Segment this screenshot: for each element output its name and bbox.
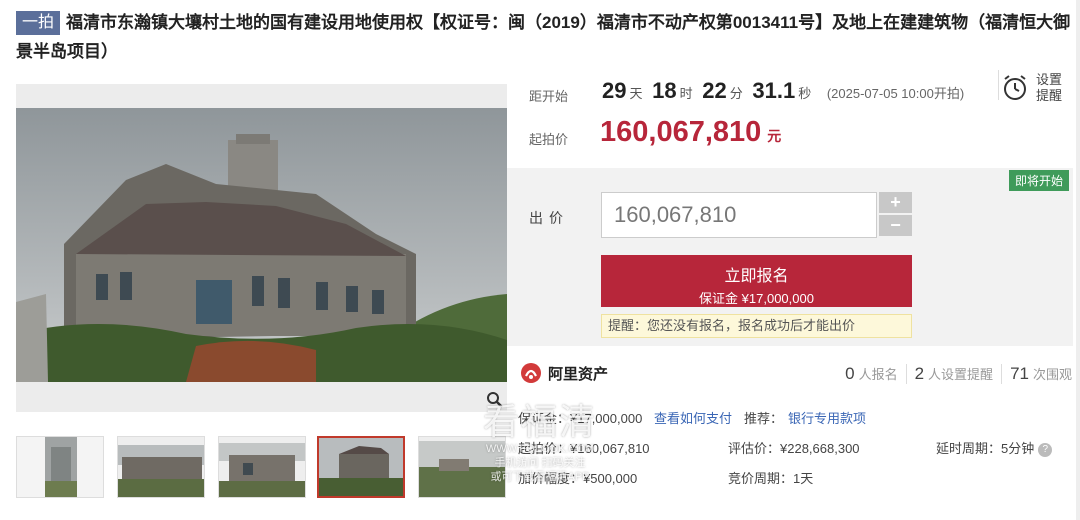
countdown-minutes: 22 (702, 78, 727, 103)
bid-label: 出价 (529, 210, 569, 226)
cycle-detail: 竞价周期：1天 (728, 471, 814, 486)
delay-text: 延时周期：5分钟 (936, 441, 1035, 456)
main-property-image[interactable] (16, 84, 507, 412)
thumbnail-4-active[interactable] (317, 436, 405, 498)
thumbnail-strip (16, 436, 516, 500)
appraisal-detail: 评估价：¥228,668,300 (728, 441, 860, 456)
auction-info: 距开始 29 天 18 时 22 分 31.1 秒 (2025-07-05 10:00开… (514, 64, 1076, 168)
recommend-label: 推荐： (744, 411, 784, 426)
signup-tip: 提醒：您还没有报名，报名成功后才能出价 (601, 314, 912, 338)
set-reminder-button[interactable]: 设置 提醒 (1002, 68, 1072, 108)
countdown-timer: 29 天 18 时 22 分 31.1 秒 (2025-07-05 10:00开拍) (602, 78, 964, 104)
signup-count-label: 人报名 (858, 367, 898, 382)
start-price: 160,067,810 元 (600, 116, 781, 149)
alarm-clock-icon (1004, 75, 1026, 100)
view-count: 71 次围观 (1001, 364, 1080, 384)
countdown-seconds: 31.1 (752, 78, 796, 103)
signup-label: 立即报名 (724, 268, 789, 285)
auction-stats: 0 人报名 2 人设置提醒 71 次围观 (837, 364, 1080, 384)
signup-button[interactable]: 立即报名 保证金 ¥17,000,000 (601, 255, 912, 307)
page-scrollbar[interactable] (1076, 0, 1080, 520)
remind-line-1: 设置 (1036, 72, 1063, 87)
thumbnail-3[interactable] (218, 436, 306, 498)
seconds-unit: 秒 (798, 86, 812, 101)
title-text: 福清市东瀚镇大壤村土地的国有建设用地使用权【权证号：闽（2019）福清市不动产权… (16, 13, 1071, 61)
platform-name: 阿里资产 (548, 365, 609, 383)
delay-detail: 延时周期：5分钟? (936, 438, 1053, 457)
reminder-count-num: 2 (914, 364, 925, 383)
countdown-hours: 18 (652, 78, 677, 103)
start-price-value: 160,067,810 (600, 116, 762, 148)
start-price-label: 起拍价 (529, 132, 569, 147)
countdown-label: 距开始 (529, 89, 569, 104)
hours-unit: 时 (679, 86, 693, 101)
status-badge: 即将开始 (1008, 170, 1069, 191)
how-to-pay-link[interactable]: 查看如何支付 (654, 408, 732, 427)
deposit-text: 保证金 ¥17,000,000 (699, 291, 814, 306)
minutes-unit: 分 (729, 86, 743, 101)
bid-amount-input[interactable] (601, 192, 877, 238)
bank-payment-link[interactable]: 银行专用款项 (788, 408, 866, 427)
bid-panel: 即将开始 出价 + − 立即报名 保证金 ¥17,000,000 提醒：您还没有… (507, 168, 1073, 346)
start-time: (2025-07-05 10:00开拍) (826, 86, 965, 101)
countdown-days: 29 (602, 78, 627, 103)
decrease-bid-button[interactable]: − (879, 215, 912, 236)
mansion-photo (16, 84, 507, 412)
thumbnail-2[interactable] (117, 436, 205, 498)
thumbnail-5[interactable] (418, 436, 506, 498)
increase-bid-button[interactable]: + (879, 192, 912, 213)
start-price-unit: 元 (767, 128, 782, 144)
signup-count: 0 人报名 (837, 364, 905, 384)
remind-line-2: 提醒 (1036, 88, 1063, 103)
ali-logo-icon (521, 363, 541, 383)
days-unit: 天 (629, 86, 643, 101)
thumbnail-1[interactable] (16, 436, 104, 498)
page-title: 一拍 福清市东瀚镇大壤村土地的国有建设用地使用权【权证号：闽（2019）福清市不动… (16, 8, 1072, 66)
reminder-count: 2 人设置提醒 (905, 364, 1001, 384)
increment-detail: 加价幅度：¥500,000 (518, 471, 638, 486)
auction-round-badge: 一拍 (16, 11, 61, 35)
view-count-label: 次围观 (1032, 367, 1072, 382)
divider (998, 70, 999, 100)
signup-count-num: 0 (845, 364, 855, 383)
help-icon[interactable]: ? (1038, 443, 1053, 457)
start-price-detail: 起拍价：¥160,067,810 (518, 441, 650, 456)
zoom-icon[interactable] (483, 388, 507, 412)
view-count-num: 71 (1010, 364, 1029, 383)
deposit-detail: 保证金：¥17,000,000 (518, 411, 643, 426)
ali-assets-logo[interactable]: 阿里资产 (520, 362, 608, 384)
platform-row: 阿里资产 0 人报名 2 人设置提醒 71 次围观 (514, 352, 1080, 396)
reminder-count-label: 人设置提醒 (928, 367, 994, 382)
